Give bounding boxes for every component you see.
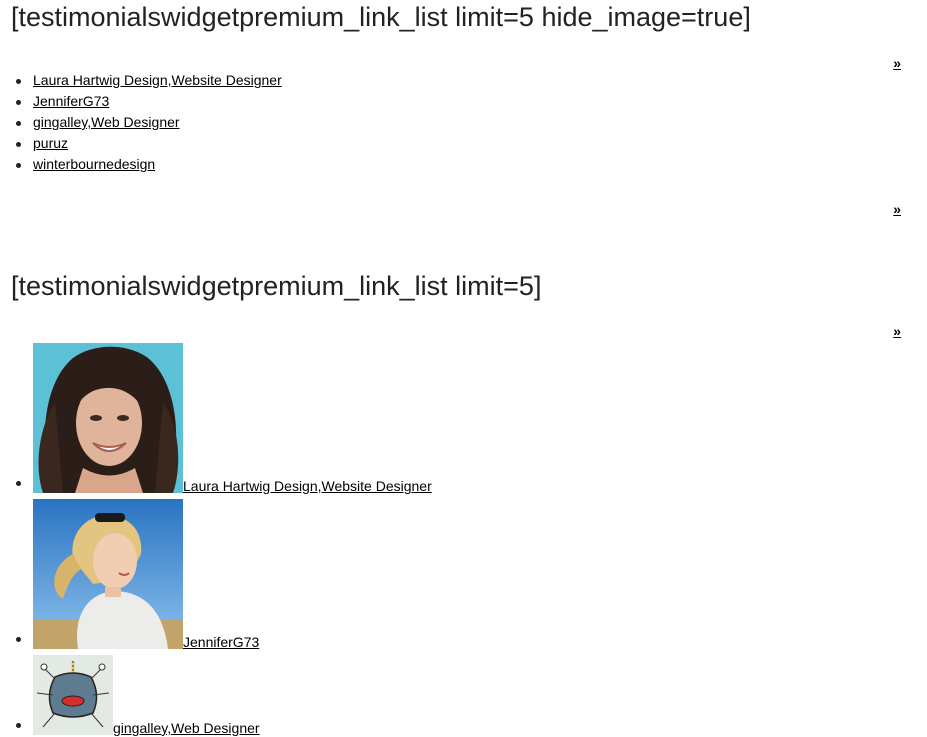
- list-item: JenniferG73: [0, 493, 432, 649]
- list-item: winterbournedesign: [0, 154, 282, 175]
- bullet-icon: [16, 723, 21, 728]
- testimonial-link-list-text: Laura Hartwig Design,Website Designer Je…: [0, 70, 282, 175]
- bullet-icon: [16, 121, 21, 126]
- more-link-top[interactable]: »: [893, 323, 901, 339]
- more-link-bottom[interactable]: »: [893, 201, 901, 217]
- list-item: gingalley,Web Designer: [0, 112, 282, 133]
- list-item: Laura Hartwig Design,Website Designer: [0, 340, 432, 493]
- testimonial-link[interactable]: puruz: [33, 135, 68, 151]
- bullet-icon: [16, 637, 21, 642]
- woman-curly-hair-portrait-image[interactable]: [33, 343, 183, 493]
- more-link-top[interactable]: »: [893, 55, 901, 71]
- list-item: Laura Hartwig Design,Website Designer: [0, 70, 282, 91]
- list-item: puruz: [0, 133, 282, 154]
- bullet-icon: [16, 100, 21, 105]
- testimonial-link[interactable]: gingalley,Web Designer: [113, 721, 260, 735]
- list-item: JenniferG73: [0, 91, 282, 112]
- testimonial-link[interactable]: gingalley,Web Designer: [33, 114, 180, 130]
- woman-blonde-sunglasses-portrait-image[interactable]: [33, 499, 183, 649]
- testimonial-link-list-images: Laura Hartwig Design,Website Designer Je…: [0, 340, 432, 735]
- testimonial-link[interactable]: JenniferG73: [33, 93, 109, 109]
- bullet-icon: [16, 163, 21, 168]
- section1-heading: [testimonialswidgetpremium_link_list lim…: [11, 2, 751, 32]
- testimonial-link[interactable]: Laura Hartwig Design,Website Designer: [183, 479, 432, 493]
- bullet-icon: [16, 79, 21, 84]
- section2-heading: [testimonialswidgetpremium_link_list lim…: [11, 271, 542, 301]
- cartoon-monster-avatar-image[interactable]: [33, 655, 113, 735]
- list-item: gingalley,Web Designer: [0, 649, 432, 735]
- bullet-icon: [16, 142, 21, 147]
- testimonial-link[interactable]: JenniferG73: [183, 635, 259, 649]
- bullet-icon: [16, 481, 21, 486]
- testimonial-link[interactable]: Laura Hartwig Design,Website Designer: [33, 72, 282, 88]
- testimonial-link[interactable]: winterbournedesign: [33, 156, 155, 172]
